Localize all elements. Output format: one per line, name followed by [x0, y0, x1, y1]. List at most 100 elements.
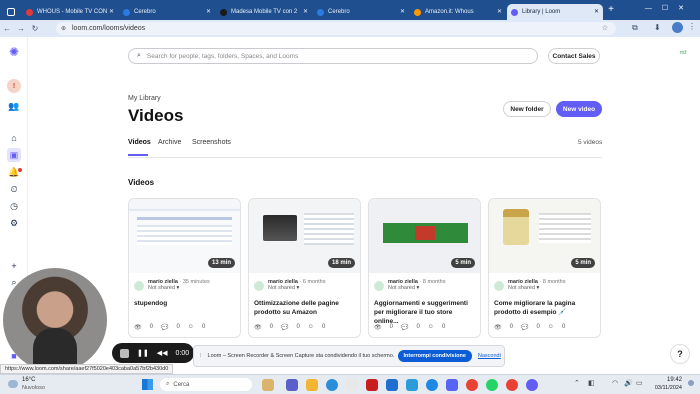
- video-title[interactable]: stupendog: [134, 299, 238, 308]
- word-icon[interactable]: [386, 379, 398, 391]
- share-status[interactable]: Not shared: [268, 285, 295, 291]
- new-tab-icon[interactable]: +: [604, 4, 618, 20]
- contact-sales-button[interactable]: Contact Sales: [548, 48, 600, 64]
- whatsapp-icon[interactable]: [486, 379, 498, 391]
- new-folder-button[interactable]: New folder: [503, 101, 551, 117]
- video-thumbnail[interactable]: 5 min: [369, 199, 480, 273]
- add-icon[interactable]: +: [7, 259, 21, 273]
- help-button[interactable]: ?: [670, 344, 690, 364]
- wifi-icon[interactable]: ◠: [612, 379, 618, 387]
- tray-apps-icon[interactable]: ◧: [588, 379, 595, 387]
- video-age: · 8 months: [419, 279, 446, 285]
- address-bar: ← → ↻ ⊕ loom.com/looms/videos ☆ ⧉ ⬇ ⋮: [0, 20, 700, 37]
- library-icon[interactable]: ▣: [7, 148, 21, 162]
- reactions-count: 0: [561, 324, 566, 330]
- close-tab-icon[interactable]: ✕: [109, 8, 114, 15]
- share-message: Loom – Screen Recorder & Screen Capture …: [207, 353, 395, 359]
- share-status[interactable]: Not shared: [508, 285, 535, 291]
- webcam-bubble[interactable]: [3, 268, 107, 372]
- site-info-icon[interactable]: ⊕: [61, 25, 66, 32]
- close-tab-icon[interactable]: ✕: [206, 8, 211, 15]
- clock-date[interactable]: 03/11/2024: [652, 385, 682, 391]
- tab-videos[interactable]: Videos: [128, 139, 151, 146]
- tab-favicon-icon: [26, 8, 33, 16]
- browser-tab[interactable]: Cerebro ✕: [119, 4, 215, 20]
- video-title[interactable]: Come migliorare la pagina prodotto di es…: [494, 299, 598, 317]
- bookmark-star-icon[interactable]: ☆: [602, 24, 608, 32]
- video-card[interactable]: 5 min mario ziella · 8 months Not shared …: [488, 198, 601, 338]
- chrome-profile-icon[interactable]: [506, 379, 518, 391]
- forward-icon[interactable]: →: [14, 24, 28, 33]
- search-input[interactable]: ⌕ Search for people, tags, folders, Spac…: [128, 48, 538, 64]
- browser-tab[interactable]: Cerebro ✕: [313, 4, 409, 20]
- reload-icon[interactable]: ↻: [28, 24, 42, 33]
- mail-icon[interactable]: [406, 379, 418, 391]
- settings-icon[interactable]: ⚙: [7, 216, 21, 230]
- pause-icon[interactable]: ❚❚: [137, 349, 149, 357]
- browser-tab[interactable]: Madesa Mobile TV con 2 ✕: [216, 4, 312, 20]
- file-explorer-icon[interactable]: [306, 379, 318, 391]
- rewind-icon[interactable]: ◀◀: [157, 349, 168, 357]
- url-field[interactable]: ⊕ loom.com/looms/videos ☆: [56, 22, 616, 35]
- stop-recording-button[interactable]: [120, 348, 129, 358]
- store-icon[interactable]: [346, 379, 358, 391]
- tab-screenshots[interactable]: Screenshots: [192, 139, 231, 146]
- teams-icon[interactable]: [286, 379, 298, 391]
- members-icon[interactable]: 👥: [7, 99, 21, 113]
- widgets-icon[interactable]: [262, 379, 274, 391]
- close-tab-icon[interactable]: ✕: [594, 8, 599, 15]
- downloads-icon[interactable]: ⬇: [654, 23, 661, 32]
- clock-time[interactable]: 19:42: [652, 377, 682, 383]
- drag-handle-icon[interactable]: ⁞: [200, 353, 202, 359]
- new-video-button[interactable]: New video: [556, 101, 602, 117]
- taskbar-search[interactable]: ⌕ Cerca: [160, 378, 252, 391]
- extensions-icon[interactable]: ⧉: [632, 23, 638, 33]
- extension-badge: mž: [680, 50, 687, 56]
- video-title[interactable]: Ottimizzazione delle pagine prodotto su …: [254, 299, 358, 317]
- watch-later-icon[interactable]: ⏲: [7, 182, 21, 196]
- hide-link[interactable]: Nascondi: [478, 353, 501, 359]
- back-icon[interactable]: ←: [0, 24, 14, 33]
- browser-tab-active[interactable]: Library | Loom ✕: [507, 4, 603, 20]
- close-tab-icon[interactable]: ✕: [497, 8, 502, 15]
- tab-overview-icon[interactable]: [0, 4, 22, 20]
- browser-tab[interactable]: WHOUS - Mobile TV CON ✕: [22, 4, 118, 20]
- window-controls[interactable]: —☐✕: [645, 4, 694, 12]
- volume-icon[interactable]: 🔊: [624, 379, 633, 387]
- chrome-icon[interactable]: [466, 379, 478, 391]
- breadcrumb[interactable]: My Library: [128, 95, 161, 102]
- share-status[interactable]: Not shared: [148, 285, 175, 291]
- history-icon[interactable]: ◷: [7, 199, 21, 213]
- video-title[interactable]: Aggiornamenti e suggerimenti per miglior…: [374, 299, 478, 326]
- stop-sharing-button[interactable]: Interrompi condivisione: [397, 350, 472, 362]
- mcafee-icon[interactable]: [366, 379, 378, 391]
- video-card[interactable]: 18 min mario ziella · 6 months Not shared…: [248, 198, 361, 338]
- close-tab-icon[interactable]: ✕: [400, 8, 405, 15]
- browser-tab[interactable]: Amazon.it: Whous ✕: [410, 4, 506, 20]
- profile-avatar[interactable]: [672, 22, 683, 33]
- home-icon[interactable]: ⌂: [7, 131, 21, 145]
- loom-icon[interactable]: [526, 379, 538, 391]
- close-tab-icon[interactable]: ✕: [303, 8, 308, 15]
- weather-icon[interactable]: [8, 380, 18, 388]
- video-card[interactable]: 5 min mario ziella · 8 months Not shared …: [368, 198, 481, 338]
- views-count: 0: [269, 324, 273, 330]
- video-thumbnail[interactable]: 18 min: [249, 199, 360, 273]
- edge-icon[interactable]: [326, 379, 338, 391]
- loom-logo-icon[interactable]: ✺: [7, 45, 21, 59]
- windows-start-icon[interactable]: [142, 379, 153, 390]
- video-card[interactable]: 13 min mario ziella · 35 minutes Not shar…: [128, 198, 241, 338]
- battery-icon[interactable]: ▭: [636, 379, 643, 387]
- telegram-icon[interactable]: [426, 379, 438, 391]
- video-thumbnail[interactable]: 5 min: [489, 199, 600, 273]
- discord-icon[interactable]: [446, 379, 458, 391]
- tray-chevron-icon[interactable]: ⌃: [574, 379, 580, 387]
- workspace-avatar[interactable]: !: [7, 79, 21, 93]
- duration-badge: 5 min: [451, 258, 475, 268]
- tab-archive[interactable]: Archive: [158, 139, 181, 146]
- video-thumbnail[interactable]: 13 min: [129, 199, 240, 273]
- notification-center-icon[interactable]: [688, 380, 694, 386]
- browser-menu-icon[interactable]: ⋮: [688, 22, 696, 31]
- share-status[interactable]: Not shared: [388, 285, 415, 291]
- tab-favicon-icon: [317, 8, 324, 16]
